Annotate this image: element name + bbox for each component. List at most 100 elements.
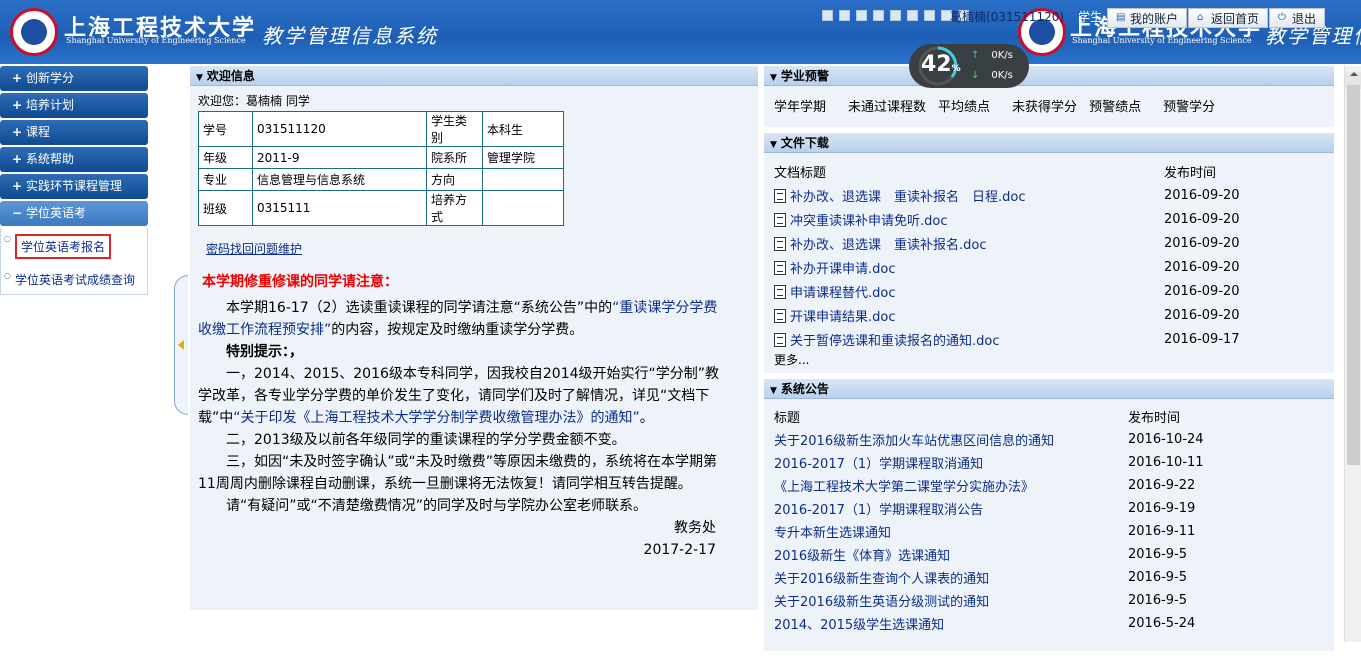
notice-paragraph: 请“有疑问”或“不清楚缴费情况”的同学及时与学院办公室老师联系。 bbox=[226, 498, 648, 514]
list-item: 关于2016级新生英语分级测试的通知 2016-9-5 bbox=[774, 591, 1188, 610]
info-label: 班级 bbox=[198, 190, 253, 226]
announcement-link[interactable]: 《上海工程技术大学第二课堂学分实施办法》 bbox=[774, 476, 1034, 495]
home-icon: ⌂ bbox=[1197, 12, 1204, 23]
alert-column: 预警学分 bbox=[1163, 100, 1216, 115]
welcome-panel-title[interactable]: ▼ 欢迎信息 bbox=[190, 66, 758, 86]
sidebar-item-help[interactable]: + 系统帮助 bbox=[0, 147, 148, 172]
list-item: 补办开课申请.doc 2016-09-20 bbox=[774, 255, 1324, 279]
sidebar-collapse-handle[interactable] bbox=[174, 275, 188, 415]
alert-column: 未通过课程数 bbox=[848, 100, 927, 115]
notice-paragraph: 一，2014、2015、2016级本专科同学，因我校自2014级开始实行“学分制… bbox=[198, 366, 720, 426]
list-item: 《上海工程技术大学第二课堂学分实施办法》 2016-9-22 bbox=[774, 476, 1196, 495]
skin-selector[interactable] bbox=[822, 10, 969, 21]
list-item: 专升本新生选课通知 2016-9-11 bbox=[774, 522, 1196, 541]
plus-icon: + bbox=[12, 71, 23, 85]
right-column: ▼ 学业预警 学年学期 未通过课程数 平均绩点 未获得学分 预警绩点 预警学分 ▼… bbox=[764, 66, 1334, 657]
announcement-link[interactable]: 关于2016级新生英语分级测试的通知 bbox=[774, 591, 989, 610]
sidebar-item-courses[interactable]: + 课程 bbox=[0, 120, 148, 145]
download-arrow-icon: ↓ bbox=[971, 70, 980, 81]
collapse-triangle-icon: ▼ bbox=[770, 140, 777, 150]
document-icon bbox=[774, 332, 786, 347]
alert-column: 未获得学分 bbox=[1012, 100, 1078, 115]
info-label: 年级 bbox=[198, 146, 253, 169]
my-account-button[interactable]: ▤ 我的账户 bbox=[1107, 8, 1188, 28]
alert-column: 平均绩点 bbox=[938, 100, 991, 115]
info-value: 信息管理与信息系统 bbox=[252, 168, 427, 191]
info-value bbox=[482, 190, 564, 226]
info-value: 2011-9 bbox=[252, 146, 427, 169]
submenu-english-registration[interactable]: 学位英语考报名 bbox=[1, 228, 147, 265]
info-value: 0315111 bbox=[252, 190, 427, 226]
file-link[interactable]: 申请课程替代.doc bbox=[774, 282, 896, 301]
sidebar-item-practice[interactable]: + 实践环节课程管理 bbox=[0, 174, 148, 199]
sidebar-item-training-plan[interactable]: + 培养计划 bbox=[0, 93, 148, 118]
alert-table-header: 学年学期 未通过课程数 平均绩点 未获得学分 预警绩点 预警学分 bbox=[764, 86, 1334, 127]
skin-dot[interactable] bbox=[890, 10, 901, 21]
alert-column: 预警绩点 bbox=[1089, 100, 1142, 115]
scrollbar-thumb[interactable] bbox=[1347, 85, 1360, 465]
list-item: 2016级新生《体育》选课通知 2016-9-5 bbox=[774, 545, 1188, 564]
announcement-link[interactable]: 关于2016级新生查询个人课表的通知 bbox=[774, 568, 989, 587]
account-icon: ▤ bbox=[1116, 12, 1126, 23]
announcement-panel: ▼ 系统公告 标题 发布时间 关于2016级新生添加火车站优惠区间信息的通知 2016… bbox=[764, 379, 1334, 651]
collapse-triangle-icon: ▼ bbox=[196, 73, 203, 83]
file-link[interactable]: 补办开课申请.doc bbox=[774, 258, 896, 277]
page-scrollbar[interactable] bbox=[1344, 66, 1361, 642]
file-download-title[interactable]: ▼ 文件下载 bbox=[764, 133, 1334, 153]
file-link[interactable]: 冲突重读课补申请免听.doc bbox=[774, 210, 948, 229]
collapse-triangle-icon: ▼ bbox=[770, 73, 777, 83]
home-button[interactable]: ⌂ 返回首页 bbox=[1188, 8, 1269, 28]
table-row: 专业 信息管理与信息系统 方向 bbox=[198, 168, 564, 191]
document-icon bbox=[774, 188, 786, 203]
skin-dot[interactable] bbox=[856, 10, 867, 21]
list-item: 2016-2017（1）学期课程取消通知 2016-10-11 bbox=[774, 453, 1204, 472]
current-user[interactable]: 葛楠楠(031511120) 学生 bbox=[950, 8, 1102, 25]
table-row: 学号 031511120 学生类别 本科生 bbox=[198, 111, 564, 147]
list-item: 关于暂停选课和重读报名的通知.doc 2016-09-17 bbox=[774, 327, 1324, 351]
announcement-link[interactable]: 关于2016级新生添加火车站优惠区间信息的通知 bbox=[774, 430, 1054, 449]
info-value: 本科生 bbox=[482, 111, 564, 147]
logout-button[interactable]: ⏻ 退出 bbox=[1269, 8, 1326, 28]
password-recovery-link[interactable]: 密码找回问题维护 bbox=[206, 240, 302, 257]
skin-dot[interactable] bbox=[822, 10, 833, 21]
file-link[interactable]: 关于暂停选课和重读报名的通知.doc bbox=[774, 330, 1000, 349]
announcement-link[interactable]: 2016级新生《体育》选课通知 bbox=[774, 545, 950, 564]
document-icon bbox=[774, 212, 786, 227]
info-label: 专业 bbox=[198, 168, 253, 191]
plus-icon: + bbox=[12, 98, 23, 112]
list-item: 补办改、退选课 重读补报名.doc 2016-09-20 bbox=[774, 231, 1324, 255]
list-item: 关于2016级新生查询个人课表的通知 2016-9-5 bbox=[774, 568, 1188, 587]
skin-dot[interactable] bbox=[873, 10, 884, 21]
sidebar-item-innovation-credit[interactable]: + 创新学分 bbox=[0, 66, 148, 91]
info-value bbox=[482, 168, 564, 191]
academic-alert-title[interactable]: ▼ 学业预警 bbox=[764, 66, 1334, 86]
announcement-title[interactable]: ▼ 系统公告 bbox=[764, 379, 1334, 399]
info-label: 培养方式 bbox=[426, 190, 483, 226]
list-item: 冲突重读课补申请免听.doc 2016-09-20 bbox=[774, 207, 1324, 231]
list-item: 补办改、退选课 重读补报名 日程.doc 2016-09-20 bbox=[774, 183, 1324, 207]
network-speed-widget[interactable]: 42% ↑ 0K/s ↓ 0K/s bbox=[909, 44, 1029, 88]
top-buttons: ▤ 我的账户 ⌂ 返回首页 ⏻ 退出 bbox=[1107, 8, 1326, 28]
plus-icon: + bbox=[12, 125, 23, 139]
skin-dot[interactable] bbox=[924, 10, 935, 21]
header-banner: 上海工程技术大学 Shanghai University of Engineer… bbox=[0, 0, 1361, 64]
notice-title: 本学期修重修课的同学请注意： bbox=[202, 274, 398, 290]
announcement-link[interactable]: 2016-2017（1）学期课程取消通知 bbox=[774, 453, 983, 472]
degree-english-submenu: 学位英语考报名 学位英语考试成绩查询 bbox=[0, 228, 148, 295]
announcement-link[interactable]: 2016-2017（1）学期课程取消公告 bbox=[774, 499, 983, 518]
files-more-link[interactable]: 更多... bbox=[774, 351, 1324, 369]
list-item: 开课申请结果.doc 2016-09-20 bbox=[774, 303, 1324, 327]
plus-icon: + bbox=[12, 179, 23, 193]
announcement-link[interactable]: 专升本新生选课通知 bbox=[774, 522, 891, 541]
notice-date: 2017-2-17 bbox=[643, 542, 716, 558]
skin-dot[interactable] bbox=[907, 10, 918, 21]
file-link[interactable]: 开课申请结果.doc bbox=[774, 306, 896, 325]
announcement-link[interactable]: 2014、2015级学生选课通知 bbox=[774, 614, 944, 633]
skin-dot[interactable] bbox=[839, 10, 850, 21]
sidebar-item-degree-english[interactable]: − 学位英语考 bbox=[0, 201, 148, 226]
notice-link[interactable]: “关于印发《上海工程技术大学学分制学费收缴管理办法》的通知” bbox=[233, 410, 640, 426]
file-link[interactable]: 补办改、退选课 重读补报名.doc bbox=[774, 234, 987, 253]
submenu-english-score-query[interactable]: 学位英语考试成绩查询 bbox=[1, 265, 147, 294]
file-link[interactable]: 补办改、退选课 重读补报名 日程.doc bbox=[774, 186, 1026, 205]
table-row: 年级 2011-9 院系所 管理学院 bbox=[198, 146, 564, 169]
